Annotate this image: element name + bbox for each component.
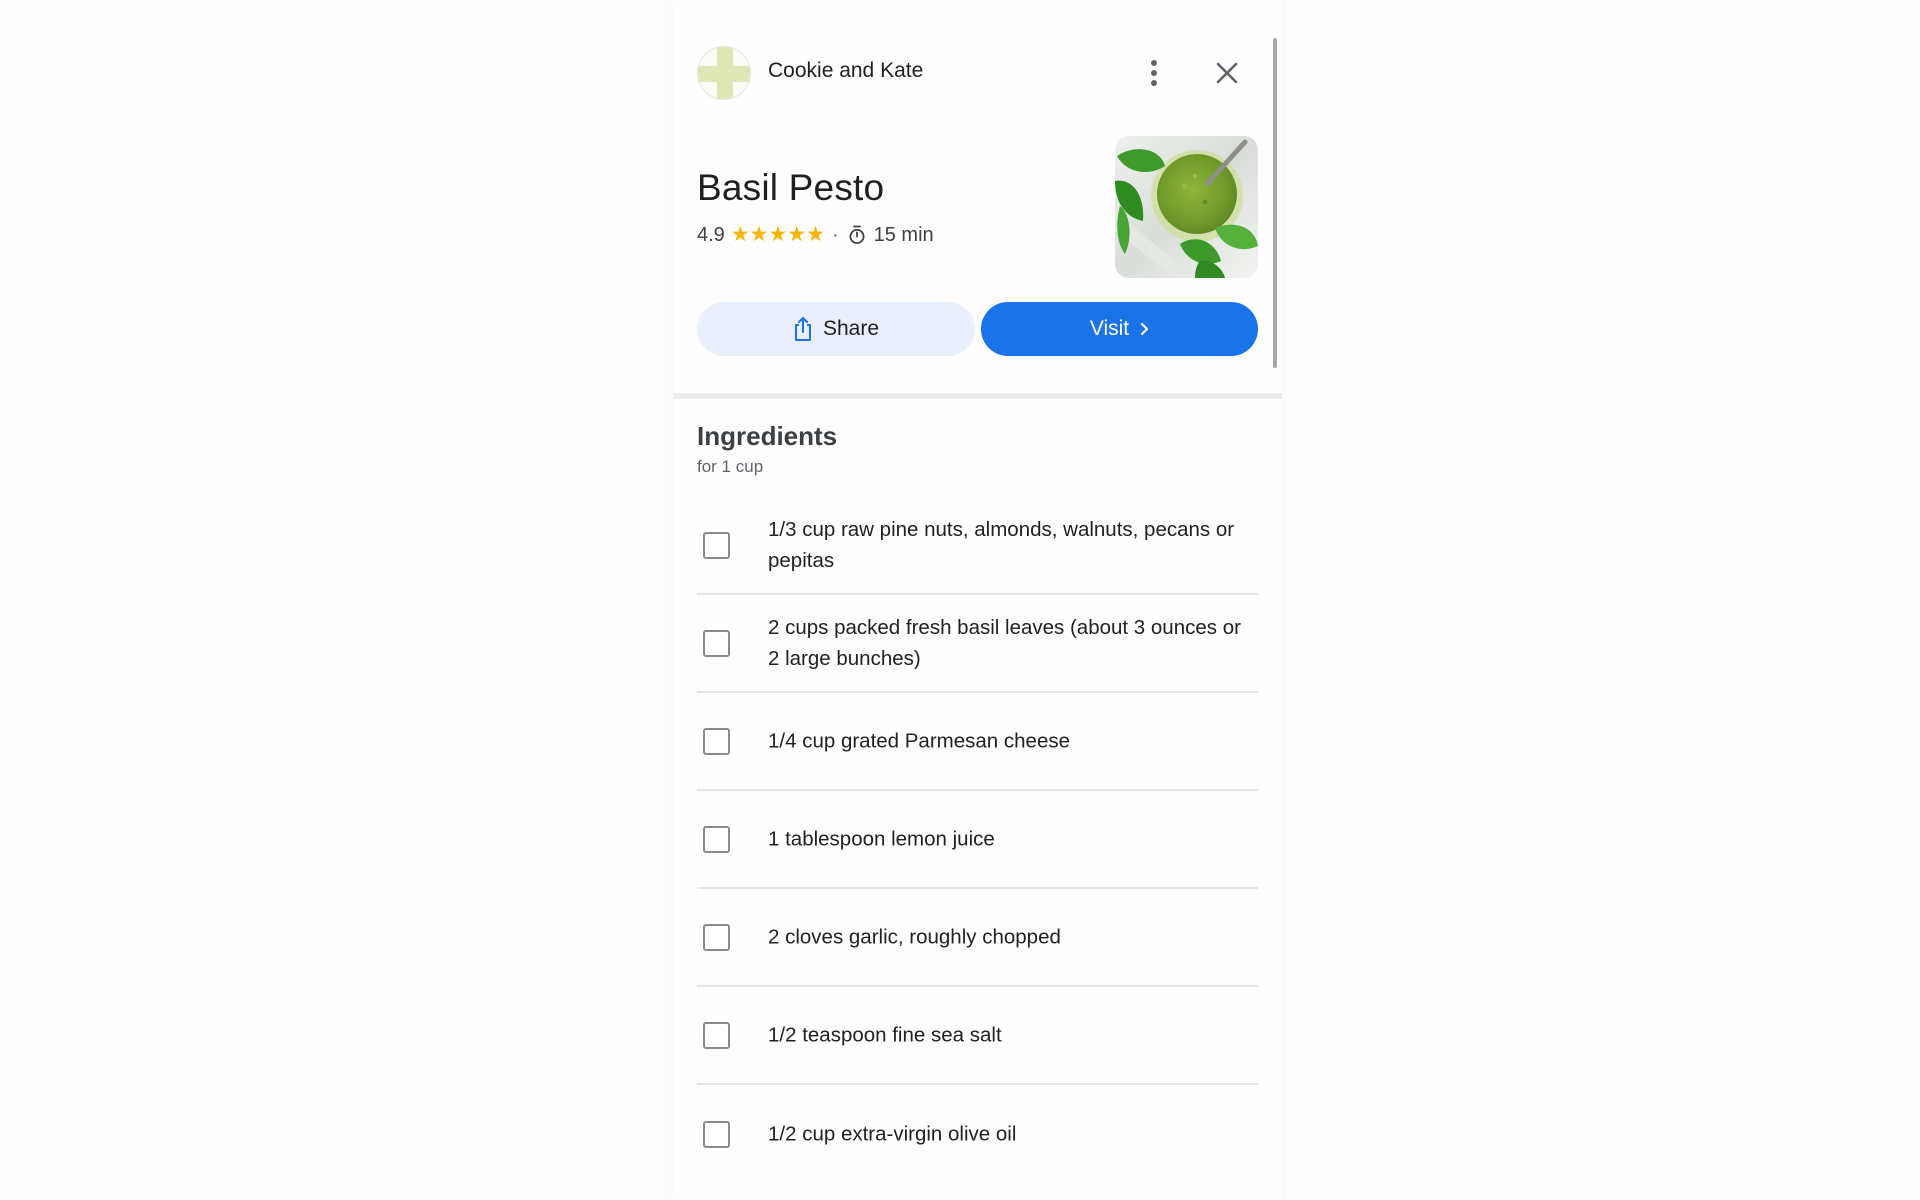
- ingredient-text: 2 cloves garlic, roughly chopped: [768, 925, 1061, 949]
- ingredient-text: 1/3 cup raw pine nuts, almonds, walnuts,…: [768, 518, 1235, 572]
- share-icon: [794, 317, 811, 341]
- ingredient-item[interactable]: 2 cloves garlic, roughly chopped: [697, 889, 1258, 987]
- more-vert-icon-dot: [1151, 80, 1157, 86]
- scrollbar[interactable]: [1273, 38, 1277, 368]
- close-icon: [1216, 62, 1238, 84]
- recipe-meta: 4.9 ★ ★ ★ ★ ★ · 15 min: [697, 222, 934, 248]
- ingredient-checkbox[interactable]: [703, 1121, 730, 1148]
- ingredients-list: 1/3 cup raw pine nuts, almonds, walnuts,…: [697, 497, 1258, 1183]
- timer-icon: [849, 225, 865, 244]
- pesto-image-illustration: [1115, 136, 1258, 278]
- chevron-right-icon: [1141, 322, 1149, 336]
- ingredient-item[interactable]: 1/3 cup raw pine nuts, almonds, walnuts,…: [697, 497, 1258, 595]
- visit-button[interactable]: Visit: [981, 302, 1258, 356]
- ingredient-text: 1 tablespoon lemon juice: [768, 827, 995, 851]
- recipe-title: Basil Pesto: [697, 167, 885, 208]
- ingredient-item[interactable]: 1/2 cup extra-virgin olive oil: [697, 1085, 1258, 1183]
- more-vert-icon: [1151, 60, 1157, 66]
- ingredient-item[interactable]: 1 tablespoon lemon juice: [697, 791, 1258, 889]
- logo-cross-horizontal: [698, 66, 750, 82]
- ingredient-checkbox[interactable]: [703, 532, 730, 559]
- ingredient-checkbox[interactable]: [703, 924, 730, 951]
- ingredient-checkbox[interactable]: [703, 826, 730, 853]
- ingredient-text: 1/4 cup grated Parmesan cheese: [768, 729, 1070, 753]
- recipe-image[interactable]: [1115, 136, 1258, 278]
- close-button[interactable]: [1212, 58, 1242, 88]
- ingredient-item[interactable]: 1/4 cup grated Parmesan cheese: [697, 693, 1258, 791]
- ingredient-text: 2 cups packed fresh basil leaves (about …: [768, 616, 1241, 670]
- rating-value: 4.9: [697, 223, 725, 246]
- ingredient-checkbox[interactable]: [703, 728, 730, 755]
- star-icon: ★: [806, 223, 825, 246]
- star-icon: ★: [749, 223, 769, 246]
- ingredient-checkbox[interactable]: [703, 630, 730, 657]
- more-options-button[interactable]: [1141, 56, 1167, 90]
- site-name[interactable]: Cookie and Kate: [768, 58, 923, 84]
- cook-time: 15 min: [873, 223, 934, 246]
- separator: ·: [831, 223, 839, 246]
- ingredient-checkbox[interactable]: [703, 1022, 730, 1049]
- more-vert-icon-dot: [1151, 70, 1157, 76]
- visit-label: Visit: [1089, 317, 1130, 340]
- share-button[interactable]: Share: [697, 302, 975, 356]
- share-label: Share: [822, 317, 880, 340]
- star-icon: ★: [787, 223, 807, 246]
- ingredient-item[interactable]: 1/2 teaspoon fine sea salt: [697, 987, 1258, 1085]
- ingredient-text: 1/2 teaspoon fine sea salt: [768, 1023, 1002, 1047]
- ingredients-heading: Ingredients: [697, 421, 838, 451]
- ingredient-item[interactable]: 2 cups packed fresh basil leaves (about …: [697, 595, 1258, 693]
- site-logo: [697, 46, 751, 100]
- star-rating: ★ ★ ★ ★ ★: [730, 223, 825, 246]
- section-divider: [673, 393, 1282, 399]
- star-icon: ★: [730, 223, 750, 246]
- ingredients-yield: for 1 cup: [697, 457, 764, 476]
- star-icon: ★: [768, 223, 788, 246]
- ingredient-text: 1/2 cup extra-virgin olive oil: [768, 1122, 1017, 1146]
